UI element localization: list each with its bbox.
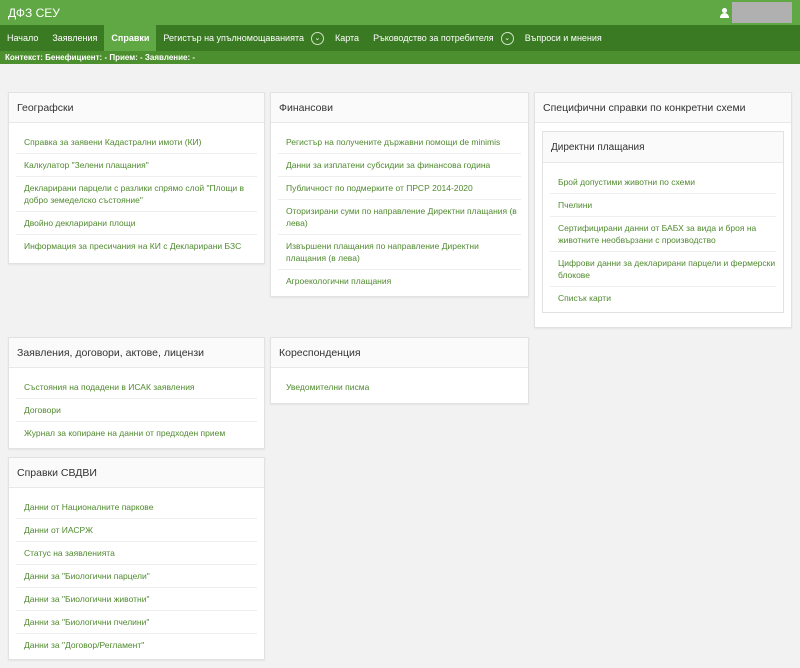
link-bio-apiaries[interactable]: Данни за "Биологични пчелини" [16, 611, 257, 634]
link-iasrzh-data[interactable]: Данни от ИАСРЖ [16, 519, 257, 542]
link-list: Справка за заявени Кадастрални имоти (КИ… [9, 123, 264, 261]
link-list: Състояния на подадени в ИСАК заявления Д… [9, 368, 264, 448]
panel-title: Географски [9, 93, 264, 123]
chevron-down-icon[interactable]: ⌄ [500, 31, 514, 45]
app-brand[interactable]: ДФЗ СЕУ [8, 6, 60, 20]
link-apiaries[interactable]: Пчелини [550, 194, 776, 217]
link-copy-journal[interactable]: Журнал за копиране на данни от предходен… [16, 422, 257, 444]
link-agroecological-payments[interactable]: Агроекологични плащания [278, 270, 521, 292]
link-cadastral-properties[interactable]: Справка за заявени Кадастрални имоти (КИ… [16, 131, 257, 154]
panel-title: Заявления, договори, актове, лицензи [9, 338, 264, 368]
panel-title: Кореспонденция [271, 338, 528, 368]
nav-user-guide[interactable]: Ръководство за потребителя [366, 25, 501, 51]
context-bar: Контекст: Бенефициент: - Прием: - Заявле… [0, 51, 800, 64]
panel-financial: Финансови Регистър на получените държавн… [270, 92, 529, 297]
nav-questions[interactable]: Въпроси и мнения [518, 25, 609, 51]
user-menu[interactable] [720, 2, 792, 23]
link-list: Данни от Националните паркове Данни от И… [9, 488, 264, 660]
nav-home[interactable]: Начало [0, 25, 45, 51]
nav-reports[interactable]: Справки [104, 25, 157, 51]
link-intersections-info[interactable]: Информация за пресичания на КИ с Деклари… [16, 235, 257, 257]
chevron-down-icon[interactable]: ⌄ [310, 31, 324, 45]
panel-correspondence: Кореспонденция Уведомителни писма [270, 337, 529, 404]
link-digital-parcel-data[interactable]: Цифрови данни за декларирани парцели и ф… [550, 252, 776, 287]
link-contract-regulation[interactable]: Данни за "Договор/Регламент" [16, 634, 257, 656]
link-list: Уведомителни писма [271, 368, 528, 402]
link-application-states[interactable]: Състояния на подадени в ИСАК заявления [16, 376, 257, 399]
panel-title: Специфични справки по конкретни схеми [535, 93, 791, 123]
link-contracts[interactable]: Договори [16, 399, 257, 422]
link-paid-subsidies[interactable]: Данни за изплатени субсидии за финансова… [278, 154, 521, 177]
link-eligible-animals[interactable]: Брой допустими животни по схеми [550, 171, 776, 194]
subpanel-direct-payments: Директни плащания Брой допустими животни… [542, 131, 784, 313]
link-publicity-prsr[interactable]: Публичност по подмерките от ПРСР 2014-20… [278, 177, 521, 200]
link-list: Регистър на получените държавни помощи d… [271, 123, 528, 296]
link-list: Брой допустими животни по схеми Пчелини … [543, 163, 783, 312]
nav-applications[interactable]: Заявления [45, 25, 104, 51]
panel-title: Справки СВДВИ [9, 458, 264, 488]
panel-svdvi: Справки СВДВИ Данни от Националните парк… [8, 457, 265, 660]
link-national-parks-data[interactable]: Данни от Националните паркове [16, 496, 257, 519]
link-double-declared-areas[interactable]: Двойно декларирани площи [16, 212, 257, 235]
panel-specific-reports: Специфични справки по конкретни схеми Ди… [534, 92, 792, 328]
link-parcels-with-differences[interactable]: Декларирани парцели с разлики спрямо сло… [16, 177, 257, 212]
panel-applications: Заявления, договори, актове, лицензи Със… [8, 337, 265, 449]
user-icon [720, 7, 729, 18]
link-de-minimis-register[interactable]: Регистър на получените държавни помощи d… [278, 131, 521, 154]
link-application-status[interactable]: Статус на заявленията [16, 542, 257, 565]
link-bio-parcels[interactable]: Данни за "Биологични парцели" [16, 565, 257, 588]
link-maps-list[interactable]: Списък карти [550, 287, 776, 309]
subpanel-title: Директни плащания [543, 132, 783, 163]
link-babh-certified-data[interactable]: Сертифицирани данни от БАБХ за вида и бр… [550, 217, 776, 252]
main-nav: Начало Заявления Справки Регистър на упъ… [0, 25, 800, 51]
link-notification-letters[interactable]: Уведомителни писма [278, 376, 521, 398]
link-executed-payments[interactable]: Извършени плащания по направление Директ… [278, 235, 521, 270]
link-bio-animals[interactable]: Данни за "Биологични животни" [16, 588, 257, 611]
nav-authorizations-register[interactable]: Регистър на упълномощаванията [156, 25, 311, 51]
panel-body: Директни плащания Брой допустими животни… [535, 123, 791, 319]
panel-geographic: Географски Справка за заявени Кадастралн… [8, 92, 265, 264]
top-header: ДФЗ СЕУ [0, 0, 800, 25]
user-name-redacted[interactable] [732, 2, 792, 23]
panel-title: Финансови [271, 93, 528, 123]
link-authorized-amounts[interactable]: Оторизирани суми по направление Директни… [278, 200, 521, 235]
link-green-payments-calculator[interactable]: Калкулатор "Зелени плащания" [16, 154, 257, 177]
nav-map[interactable]: Карта [328, 25, 366, 51]
